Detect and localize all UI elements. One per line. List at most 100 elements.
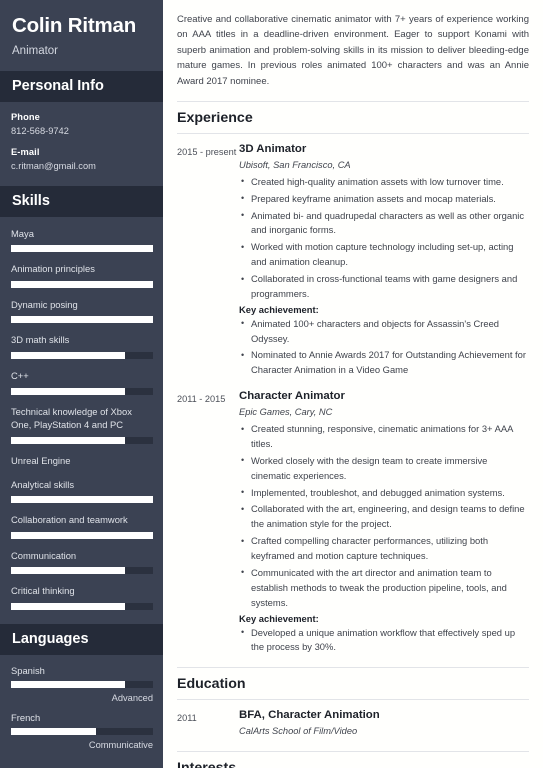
key-achievement-list: Animated 100+ characters and objects for…: [241, 316, 529, 378]
language-proficiency: Communicative: [88, 740, 153, 751]
skill-item: Critical thinking: [11, 584, 153, 611]
candidate-job-title: Animator: [12, 44, 59, 57]
key-achievement-list: Developed a unique animation workflow th…: [241, 625, 529, 656]
skill-bar-track: [11, 316, 153, 324]
skill-label: Animation principles: [11, 263, 95, 275]
entry-body: Character Animator Epic Games, Cary, NC Cr…: [239, 390, 529, 657]
entry-bullet: Collaborated in cross-functional teams w…: [241, 272, 529, 302]
skill-item: Analytical skills: [11, 478, 153, 504]
entry-bullet: Created stunning, responsive, cinematic …: [241, 422, 529, 452]
language-bar-fill: [11, 728, 97, 736]
section-title-interests: Interests: [177, 751, 529, 768]
section-title-languages: Languages: [0, 624, 163, 656]
skill-item: Maya: [11, 227, 153, 253]
professional-summary: Creative and collaborative cinematic ani…: [177, 14, 529, 87]
language-bar-track: [11, 681, 153, 689]
entry-bullet: Worked with motion capture technology in…: [241, 240, 529, 270]
entry-bullet-list: Created high-quality animation assets wi…: [241, 174, 529, 302]
entry-date: 2015 - present: [177, 146, 237, 157]
interests-section: Interests PhotographyCyberpunk literatur…: [177, 751, 529, 768]
skill-label: 3D math skills: [11, 334, 70, 346]
education-entries: 2011 BFA, Character Animation CalArts Scho…: [177, 709, 529, 741]
skill-item: Animation principles: [11, 262, 153, 288]
skill-label: Dynamic posing: [11, 298, 78, 310]
key-achievement-bullet: Nominated to Annie Awards 2017 for Outst…: [241, 348, 529, 378]
entry-bullet: Worked closely with the design team to c…: [241, 453, 529, 484]
skill-bar-fill: [11, 531, 153, 539]
language-item: French Communicative: [11, 712, 153, 751]
entry-body: 3D Animator Ubisoft, San Francisco, CA Cre…: [239, 143, 529, 380]
skill-bar-fill: [11, 436, 125, 444]
skill-bar-track: [11, 567, 153, 575]
skill-label: Collaboration and teamwork: [11, 514, 128, 526]
section-title-education: Education: [177, 667, 529, 701]
skill-item: Collaboration and teamwork: [11, 513, 153, 539]
language-proficiency: Advanced: [111, 693, 153, 704]
skill-label: C++: [11, 370, 29, 382]
degree-title: BFA, Character Animation: [239, 709, 380, 722]
key-achievement-bullet: Developed a unique animation workflow th…: [241, 625, 529, 656]
email-value[interactable]: c.ritman@gmail.com: [11, 161, 152, 171]
education-entry: 2011 BFA, Character Animation CalArts Scho…: [177, 709, 529, 741]
entry-bullet: Created high-quality animation assets wi…: [241, 174, 529, 190]
skills-list: Maya Animation principles Dynamic posing 3D…: [0, 217, 163, 625]
skill-bar-track: [11, 496, 153, 504]
skill-bar-track: [11, 436, 153, 444]
skill-item: 3D math skills: [11, 333, 153, 360]
section-title-personal-info: Personal Info: [0, 70, 163, 102]
education-section: Education 2011 BFA, Character Animation Ca…: [177, 667, 529, 741]
skill-bar-fill: [11, 245, 153, 253]
skill-bar-fill: [11, 280, 153, 288]
entry-bullet: Collaborated with the art, engineering, …: [241, 502, 529, 532]
skill-bar-fill: [11, 603, 125, 611]
language-label: French: [11, 712, 41, 724]
skill-label: Unreal Engine: [11, 454, 71, 466]
sidebar-header: Colin Ritman Animator: [0, 0, 163, 71]
skill-label: Maya: [11, 227, 34, 239]
entry-bullet: Implemented, troubleshot, and debugged a…: [241, 485, 529, 501]
candidate-name: Colin Ritman: [12, 14, 137, 37]
language-item: Spanish Advanced: [11, 665, 153, 704]
resume-page: Colin Ritman Animator Personal Info Phon…: [0, 0, 543, 768]
language-bar-fill: [11, 681, 125, 689]
skill-item: Unreal Engine: [11, 454, 152, 468]
language-label: Spanish: [11, 665, 45, 677]
entry-bullet: Prepared keyframe animation assets and m…: [241, 191, 529, 207]
entry-bullet: Crafted compelling character performance…: [241, 534, 529, 564]
section-title-skills: Skills: [0, 185, 163, 217]
skill-bar-track: [11, 280, 153, 288]
skill-bar-fill: [11, 496, 153, 504]
skill-label: Technical knowledge of Xbox One, PlaySta…: [11, 405, 132, 431]
skill-bar-track: [11, 531, 153, 539]
skill-label: Communication: [11, 549, 77, 561]
entry-role: Character Animator: [239, 390, 345, 403]
key-achievement-bullet: Animated 100+ characters and objects for…: [241, 316, 529, 347]
email-label: E-mail: [11, 146, 40, 157]
experience-section: Experience 2015 - present 3D Animator Ubis…: [177, 100, 529, 657]
language-bar-track: [11, 728, 153, 736]
skill-bar-fill: [11, 352, 125, 360]
entry-date: 2011: [177, 713, 197, 724]
entry-role: 3D Animator: [239, 142, 307, 155]
skill-bar-fill: [11, 387, 125, 395]
key-achievement-label: Key achievement:: [239, 303, 319, 315]
entry-body: BFA, Character Animation CalArts School o…: [239, 709, 529, 741]
skill-label: Critical thinking: [11, 585, 75, 597]
entry-organization: Epic Games, Cary, NC: [239, 407, 333, 418]
skill-bar-fill: [11, 316, 153, 324]
skill-bar-track: [11, 245, 153, 253]
experience-entry: 2015 - present 3D Animator Ubisoft, San Fr…: [177, 143, 529, 380]
phone-value[interactable]: 812-568-9742: [11, 126, 152, 136]
experience-entry: 2011 - 2015 Character Animator Epic Games,…: [177, 390, 529, 657]
section-title-experience: Experience: [177, 100, 529, 134]
skill-bar-track: [11, 603, 153, 611]
skill-item: Technical knowledge of Xbox One, PlaySta…: [11, 405, 153, 444]
personal-info-list: Phone 812-568-9742 E-mail c.ritman@gmail…: [0, 102, 163, 186]
main-content: Creative and collaborative cinematic ani…: [163, 0, 543, 768]
personal-info-item-phone: Phone 812-568-9742: [11, 112, 152, 136]
personal-info-item-email: E-mail c.ritman@gmail.com: [11, 147, 152, 171]
entry-bullet-list: Created stunning, responsive, cinematic …: [241, 422, 529, 610]
school-name: CalArts School of Film/Video: [239, 726, 358, 737]
key-achievement-label: Key achievement:: [239, 612, 319, 624]
skill-item: Dynamic posing: [11, 298, 153, 324]
